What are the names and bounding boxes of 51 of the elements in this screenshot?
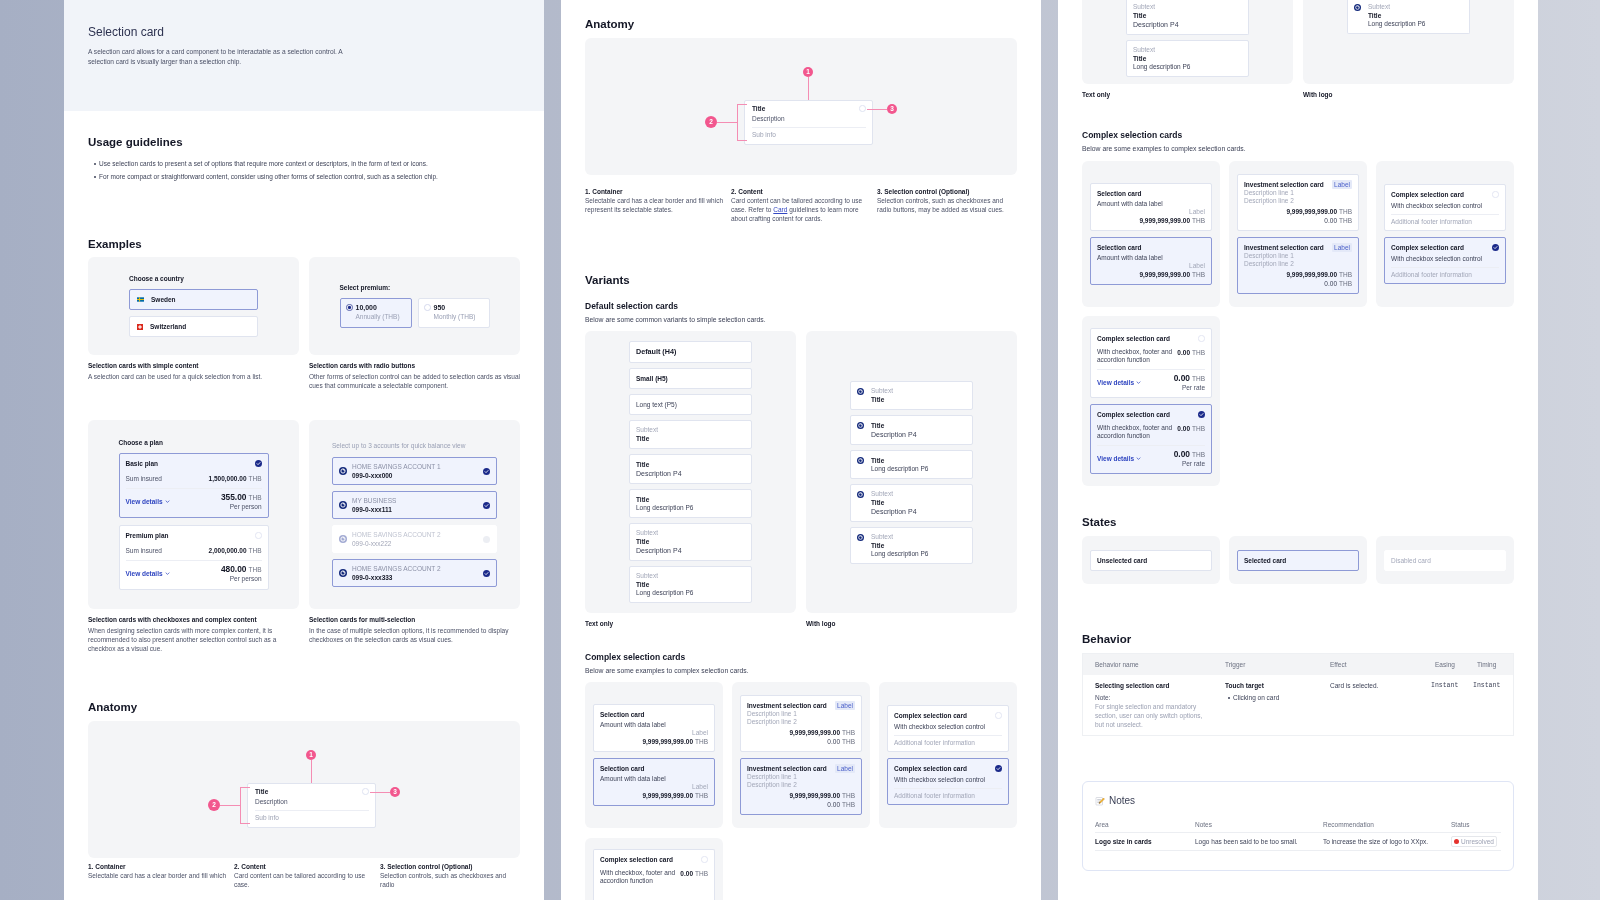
- leader-line: [807, 77, 809, 100]
- section-heading: Anatomy: [88, 700, 139, 715]
- amount-text: 0.00: [1173, 373, 1190, 384]
- circle-logo-icon: [857, 421, 864, 429]
- swedish-flag-icon: [137, 297, 144, 302]
- circle-logo-icon: [857, 456, 864, 464]
- section-heading: Behavior: [1082, 632, 1133, 647]
- chevron-down-icon: [1136, 457, 1142, 460]
- circle-logo-icon: [339, 467, 347, 475]
- leader-line: [310, 760, 312, 783]
- checkbox[interactable]: [483, 501, 490, 509]
- checkbox[interactable]: [254, 460, 262, 467]
- radio-button[interactable]: [345, 304, 353, 311]
- chevron-down-icon: [164, 500, 170, 503]
- amount-text: 355.00: [220, 492, 247, 503]
- section-heading: Variants: [585, 273, 631, 288]
- circle-logo-icon: [339, 501, 347, 509]
- checkbox[interactable]: [1492, 244, 1499, 251]
- section-heading: Anatomy: [585, 17, 636, 32]
- circle-logo-icon: [857, 490, 864, 498]
- circle-logo-icon: [857, 533, 864, 541]
- bracket-line: [240, 787, 250, 824]
- notes-heading: Notes: [1109, 794, 1136, 808]
- circle-logo-icon: [339, 535, 347, 543]
- swiss-flag-icon: [137, 323, 143, 330]
- checkbox[interactable]: [995, 765, 1002, 772]
- radio-circle-icon: [859, 105, 866, 112]
- chevron-down-icon: [1136, 381, 1142, 384]
- checkbox[interactable]: [483, 569, 490, 577]
- subsection-heading: Complex selection cards: [1082, 129, 1184, 141]
- leader-line: [717, 121, 737, 123]
- amount-text: 0.00: [1173, 449, 1190, 460]
- subsection-heading: Default selection cards: [585, 300, 680, 312]
- radio-circle-icon: [362, 788, 369, 795]
- leader-line: [220, 804, 240, 806]
- leader-line: [867, 108, 887, 110]
- memo-pencil-icon: [1095, 796, 1105, 806]
- bracket-line: [737, 104, 747, 141]
- chevron-down-icon: [164, 572, 170, 575]
- checkbox[interactable]: [1198, 411, 1205, 418]
- circle-logo-icon: [339, 569, 347, 577]
- page-title: Selection card: [88, 24, 166, 40]
- circle-logo-icon: [1354, 4, 1361, 11]
- checkbox[interactable]: [483, 467, 490, 475]
- amount-text: 480.00: [220, 564, 247, 575]
- section-heading: States: [1082, 515, 1118, 530]
- circle-logo-icon: [857, 387, 864, 395]
- leader-line: [370, 791, 390, 793]
- section-heading: Usage guidelines: [88, 135, 184, 150]
- subsection-heading: Complex selection cards: [585, 651, 687, 663]
- section-heading: Examples: [88, 237, 143, 252]
